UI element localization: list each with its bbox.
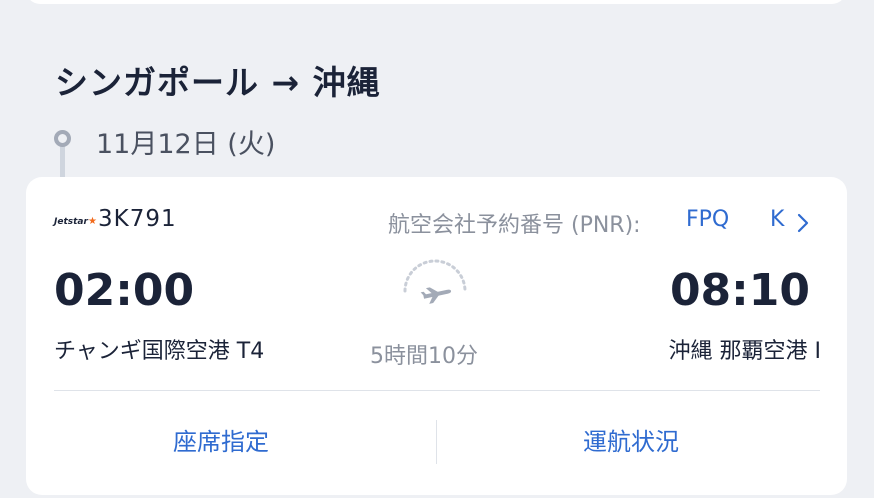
- pnr-suffix[interactable]: K: [770, 207, 784, 232]
- airline-logo: Jetstar★: [54, 216, 97, 227]
- airplane-icon: [403, 259, 467, 304]
- action-divider: [436, 420, 437, 464]
- flight-number: 3K791: [98, 206, 177, 232]
- card-divider: [54, 390, 820, 391]
- flight-card[interactable]: Jetstar★ 3K791 航空会社予約番号 (PNR): FPQ K 02:…: [26, 177, 847, 495]
- flight-status-button[interactable]: 運航状況: [583, 422, 679, 457]
- route-title: シンガポール → 沖縄: [55, 63, 381, 102]
- arrival-time: 08:10: [669, 265, 810, 316]
- timeline-line: [60, 145, 65, 181]
- airline-logo-text: Jetstar: [54, 217, 88, 227]
- star-icon: ★: [87, 216, 97, 227]
- chevron-right-icon[interactable]: [796, 213, 810, 233]
- arrival-airport: 沖縄 那覇空港 I: [668, 339, 821, 364]
- seat-selection-button[interactable]: 座席指定: [173, 422, 269, 457]
- departure-time: 02:00: [54, 265, 195, 316]
- timeline-dot-icon: [54, 130, 71, 147]
- departure-airport: チャンギ国際空港 T4: [54, 339, 265, 364]
- previous-card-edge: [26, 0, 846, 4]
- flight-date: 11月12日 (火): [96, 129, 276, 160]
- pnr-label: 航空会社予約番号 (PNR):: [388, 213, 641, 238]
- flight-duration: 5時間10分: [370, 344, 478, 369]
- pnr-value[interactable]: FPQ: [686, 207, 729, 232]
